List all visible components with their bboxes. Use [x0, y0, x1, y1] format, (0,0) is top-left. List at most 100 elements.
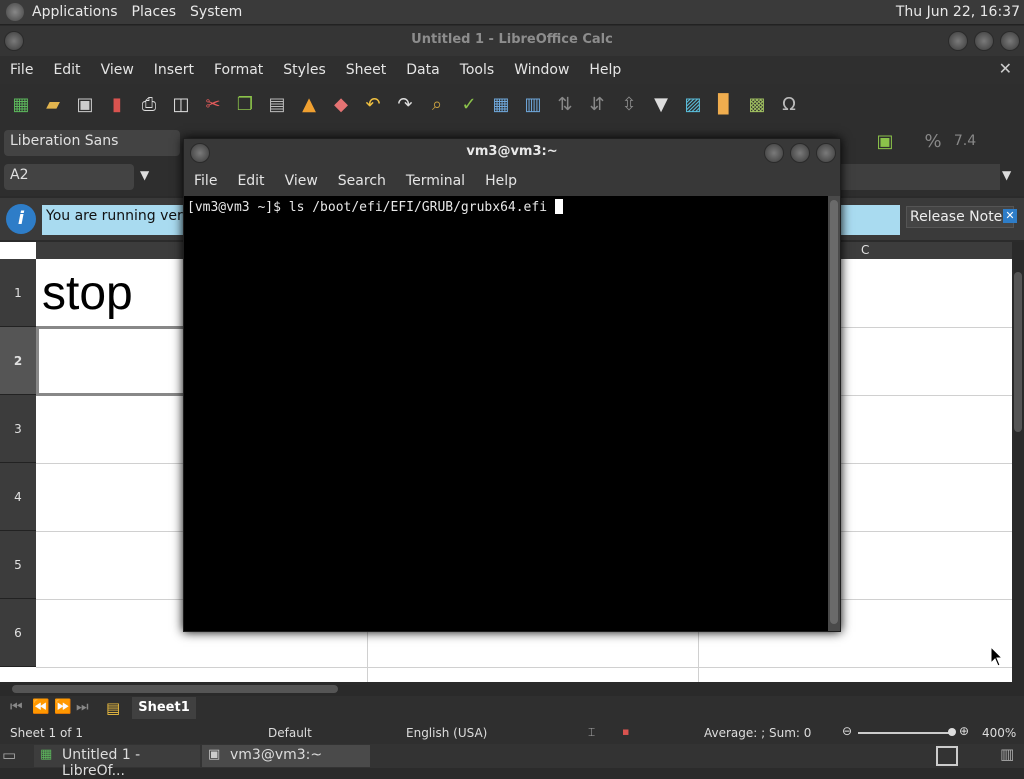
clone-formatting-icon[interactable]: ▲ — [296, 91, 322, 117]
terminal-close-button[interactable] — [816, 143, 836, 163]
maximize-button[interactable] — [974, 31, 994, 51]
show-desktop-icon[interactable]: ▭ — [2, 746, 16, 764]
currency-icon[interactable]: ▣ — [872, 128, 898, 154]
terminal-menu-edit[interactable]: Edit — [227, 173, 274, 189]
release-notes-button[interactable]: Release Notes — [906, 206, 1014, 228]
pivot-table-icon[interactable]: ▩ — [744, 91, 770, 117]
document-modified-icon[interactable]: ▪ — [622, 725, 629, 738]
sort-descending-icon[interactable]: ⇵ — [584, 91, 610, 117]
formula-expand-icon[interactable]: ▼ — [1002, 168, 1011, 182]
menu-sheet[interactable]: Sheet — [336, 62, 396, 78]
zoom-out-icon[interactable]: ⊖ — [842, 724, 852, 738]
row-header-5[interactable]: 5 — [0, 531, 36, 599]
panel-clock[interactable]: Thu Jun 22, 16:37 — [896, 4, 1020, 20]
status-sum[interactable]: Average: ; Sum: 0 — [704, 726, 811, 740]
menu-tools[interactable]: Tools — [450, 62, 505, 78]
panel-menu-system[interactable]: System — [190, 4, 242, 20]
find-replace-icon[interactable]: ⌕ — [424, 91, 450, 117]
menu-window[interactable]: Window — [504, 62, 579, 78]
horizontal-scroll-thumb[interactable] — [12, 685, 338, 693]
menu-edit[interactable]: Edit — [43, 62, 90, 78]
terminal-scroll-thumb[interactable] — [830, 200, 838, 624]
sort-icon[interactable]: ⇳ — [616, 91, 642, 117]
row-header-3[interactable]: 3 — [0, 395, 36, 463]
insert-chart-icon[interactable]: ▊ — [712, 91, 738, 117]
menu-help[interactable]: Help — [579, 62, 631, 78]
row-header-6[interactable]: 6 — [0, 599, 36, 667]
menu-view[interactable]: View — [91, 62, 144, 78]
sheet-tab-sheet1[interactable]: Sheet1 — [132, 697, 196, 719]
terminal-window[interactable]: vm3@vm3:~ File Edit View Search Terminal… — [183, 138, 841, 632]
zoom-slider[interactable] — [858, 728, 956, 736]
taskbar-item-terminal[interactable]: ▣ vm3@vm3:~ — [202, 745, 370, 767]
zoom-in-icon[interactable]: ⊕ — [959, 724, 969, 738]
close-button[interactable] — [1000, 31, 1020, 51]
terminal-minimize-button[interactable] — [764, 143, 784, 163]
special-character-icon[interactable]: Ω — [776, 91, 802, 117]
formula-input[interactable] — [840, 164, 1000, 190]
trash-icon[interactable]: ▥ — [1000, 745, 1014, 763]
row-header-1[interactable]: 1 — [0, 259, 36, 327]
selection-mode-icon[interactable]: ⌶ — [588, 725, 595, 740]
copy-icon[interactable]: ❐ — [232, 91, 258, 117]
autofilter-icon[interactable]: ▼ — [648, 91, 674, 117]
save-icon[interactable]: ▣ — [72, 91, 98, 117]
row-header-2[interactable]: 2 — [0, 327, 36, 395]
menu-file[interactable]: File — [0, 62, 43, 78]
next-sheet-icon[interactable]: ⏩ — [54, 699, 71, 715]
terminal-menu-search[interactable]: Search — [328, 173, 396, 189]
export-pdf-icon[interactable]: ▮ — [104, 91, 130, 117]
percent-icon[interactable]: % — [920, 128, 946, 154]
open-folder-icon[interactable]: ▰ — [40, 91, 66, 117]
print-preview-icon[interactable]: ◫ — [168, 91, 194, 117]
font-name-combo[interactable]: Liberation Sans — [4, 130, 180, 156]
name-box[interactable]: A2 — [4, 164, 134, 190]
window-menu-icon[interactable] — [4, 31, 24, 51]
column-icon[interactable]: ▥ — [520, 91, 546, 117]
new-spreadsheet-icon[interactable]: ▦ — [8, 91, 34, 117]
spelling-icon[interactable]: ✓ — [456, 91, 482, 117]
status-zoom[interactable]: 400% — [982, 726, 1016, 740]
menu-styles[interactable]: Styles — [273, 62, 335, 78]
prev-sheet-icon[interactable]: ⏪ — [32, 699, 49, 715]
cell-a1[interactable]: stop — [42, 266, 133, 322]
add-sheet-icon[interactable]: ▤ — [106, 699, 120, 717]
print-icon[interactable]: ⎙ — [136, 91, 162, 117]
redo-icon[interactable]: ↷ — [392, 91, 418, 117]
minimize-button[interactable] — [948, 31, 968, 51]
panel-menu-applications[interactable]: Applications — [32, 4, 118, 20]
vertical-scrollbar[interactable] — [1012, 242, 1024, 682]
close-document-icon[interactable]: ✕ — [999, 59, 1012, 78]
terminal-menu-file[interactable]: File — [184, 173, 227, 189]
cut-icon[interactable]: ✂ — [200, 91, 226, 117]
infobar-close-icon[interactable]: ✕ — [1003, 209, 1017, 223]
row-icon[interactable]: ▦ — [488, 91, 514, 117]
terminal-scrollbar[interactable] — [828, 196, 840, 631]
taskbar-item-calc[interactable]: ▦ Untitled 1 - LibreOf... — [34, 745, 200, 779]
distro-logo-icon[interactable] — [6, 3, 24, 21]
undo-icon[interactable]: ↶ — [360, 91, 386, 117]
last-sheet-icon[interactable]: ⏭ — [76, 699, 89, 715]
status-language[interactable]: English (USA) — [406, 726, 487, 740]
paste-icon[interactable]: ▤ — [264, 91, 290, 117]
terminal-screen[interactable]: [vm3@vm3 ~]$ ls /boot/efi/EFI/GRUB/grubx… — [184, 196, 828, 631]
row-header-4[interactable]: 4 — [0, 463, 36, 531]
menu-format[interactable]: Format — [204, 62, 273, 78]
name-box-dropdown-icon[interactable]: ▼ — [140, 168, 149, 182]
terminal-menu-view[interactable]: View — [275, 173, 328, 189]
panel-menu-places[interactable]: Places — [132, 4, 177, 20]
sort-ascending-icon[interactable]: ⇅ — [552, 91, 578, 117]
menu-data[interactable]: Data — [396, 62, 449, 78]
column-header-c[interactable]: C — [861, 243, 869, 257]
vertical-scroll-thumb[interactable] — [1014, 272, 1022, 432]
insert-image-icon[interactable]: ▨ — [680, 91, 706, 117]
terminal-menu-help[interactable]: Help — [475, 173, 527, 189]
workspace-switcher[interactable] — [936, 746, 958, 766]
terminal-menu-terminal[interactable]: Terminal — [396, 173, 475, 189]
clear-formatting-icon[interactable]: ◆ — [328, 91, 354, 117]
status-page-style[interactable]: Default — [268, 726, 312, 740]
menu-insert[interactable]: Insert — [144, 62, 204, 78]
terminal-maximize-button[interactable] — [790, 143, 810, 163]
number-format-icon[interactable]: 7.4 — [952, 128, 978, 154]
first-sheet-icon[interactable]: ⏮ — [10, 699, 23, 715]
